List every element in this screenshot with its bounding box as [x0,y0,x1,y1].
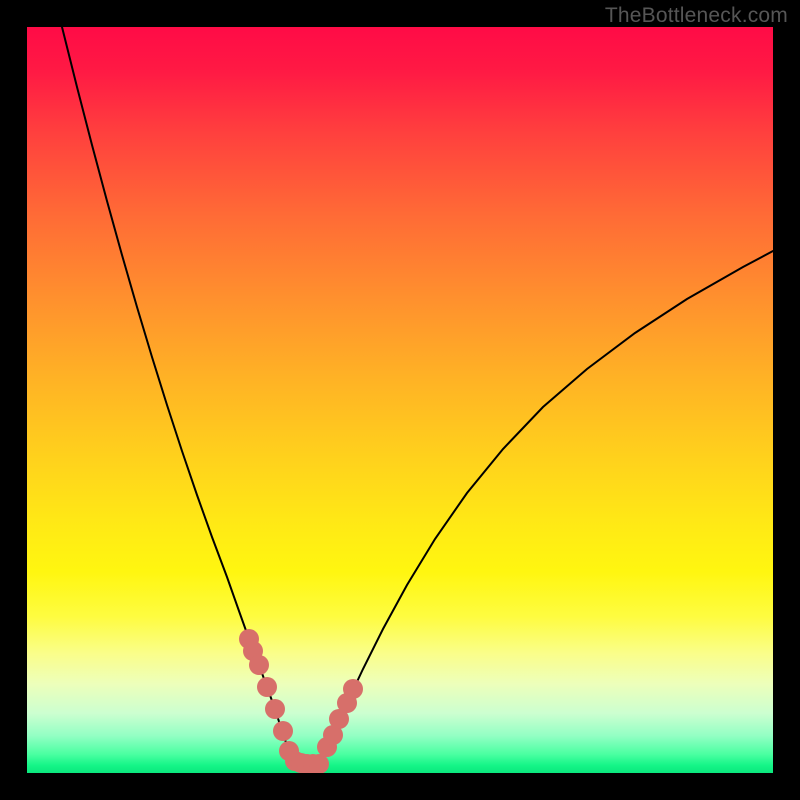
curve-right-branch [325,251,773,751]
marker-dot [265,699,285,719]
marker-dot [249,655,269,675]
marker-dot [343,679,363,699]
marker-dot [273,721,293,741]
chart-frame: TheBottleneck.com [0,0,800,800]
lines-layer [62,27,773,751]
chart-svg [27,27,773,773]
marker-dot [257,677,277,697]
plot-area [27,27,773,773]
watermark-text: TheBottleneck.com [605,4,788,28]
markers-layer [239,629,363,773]
